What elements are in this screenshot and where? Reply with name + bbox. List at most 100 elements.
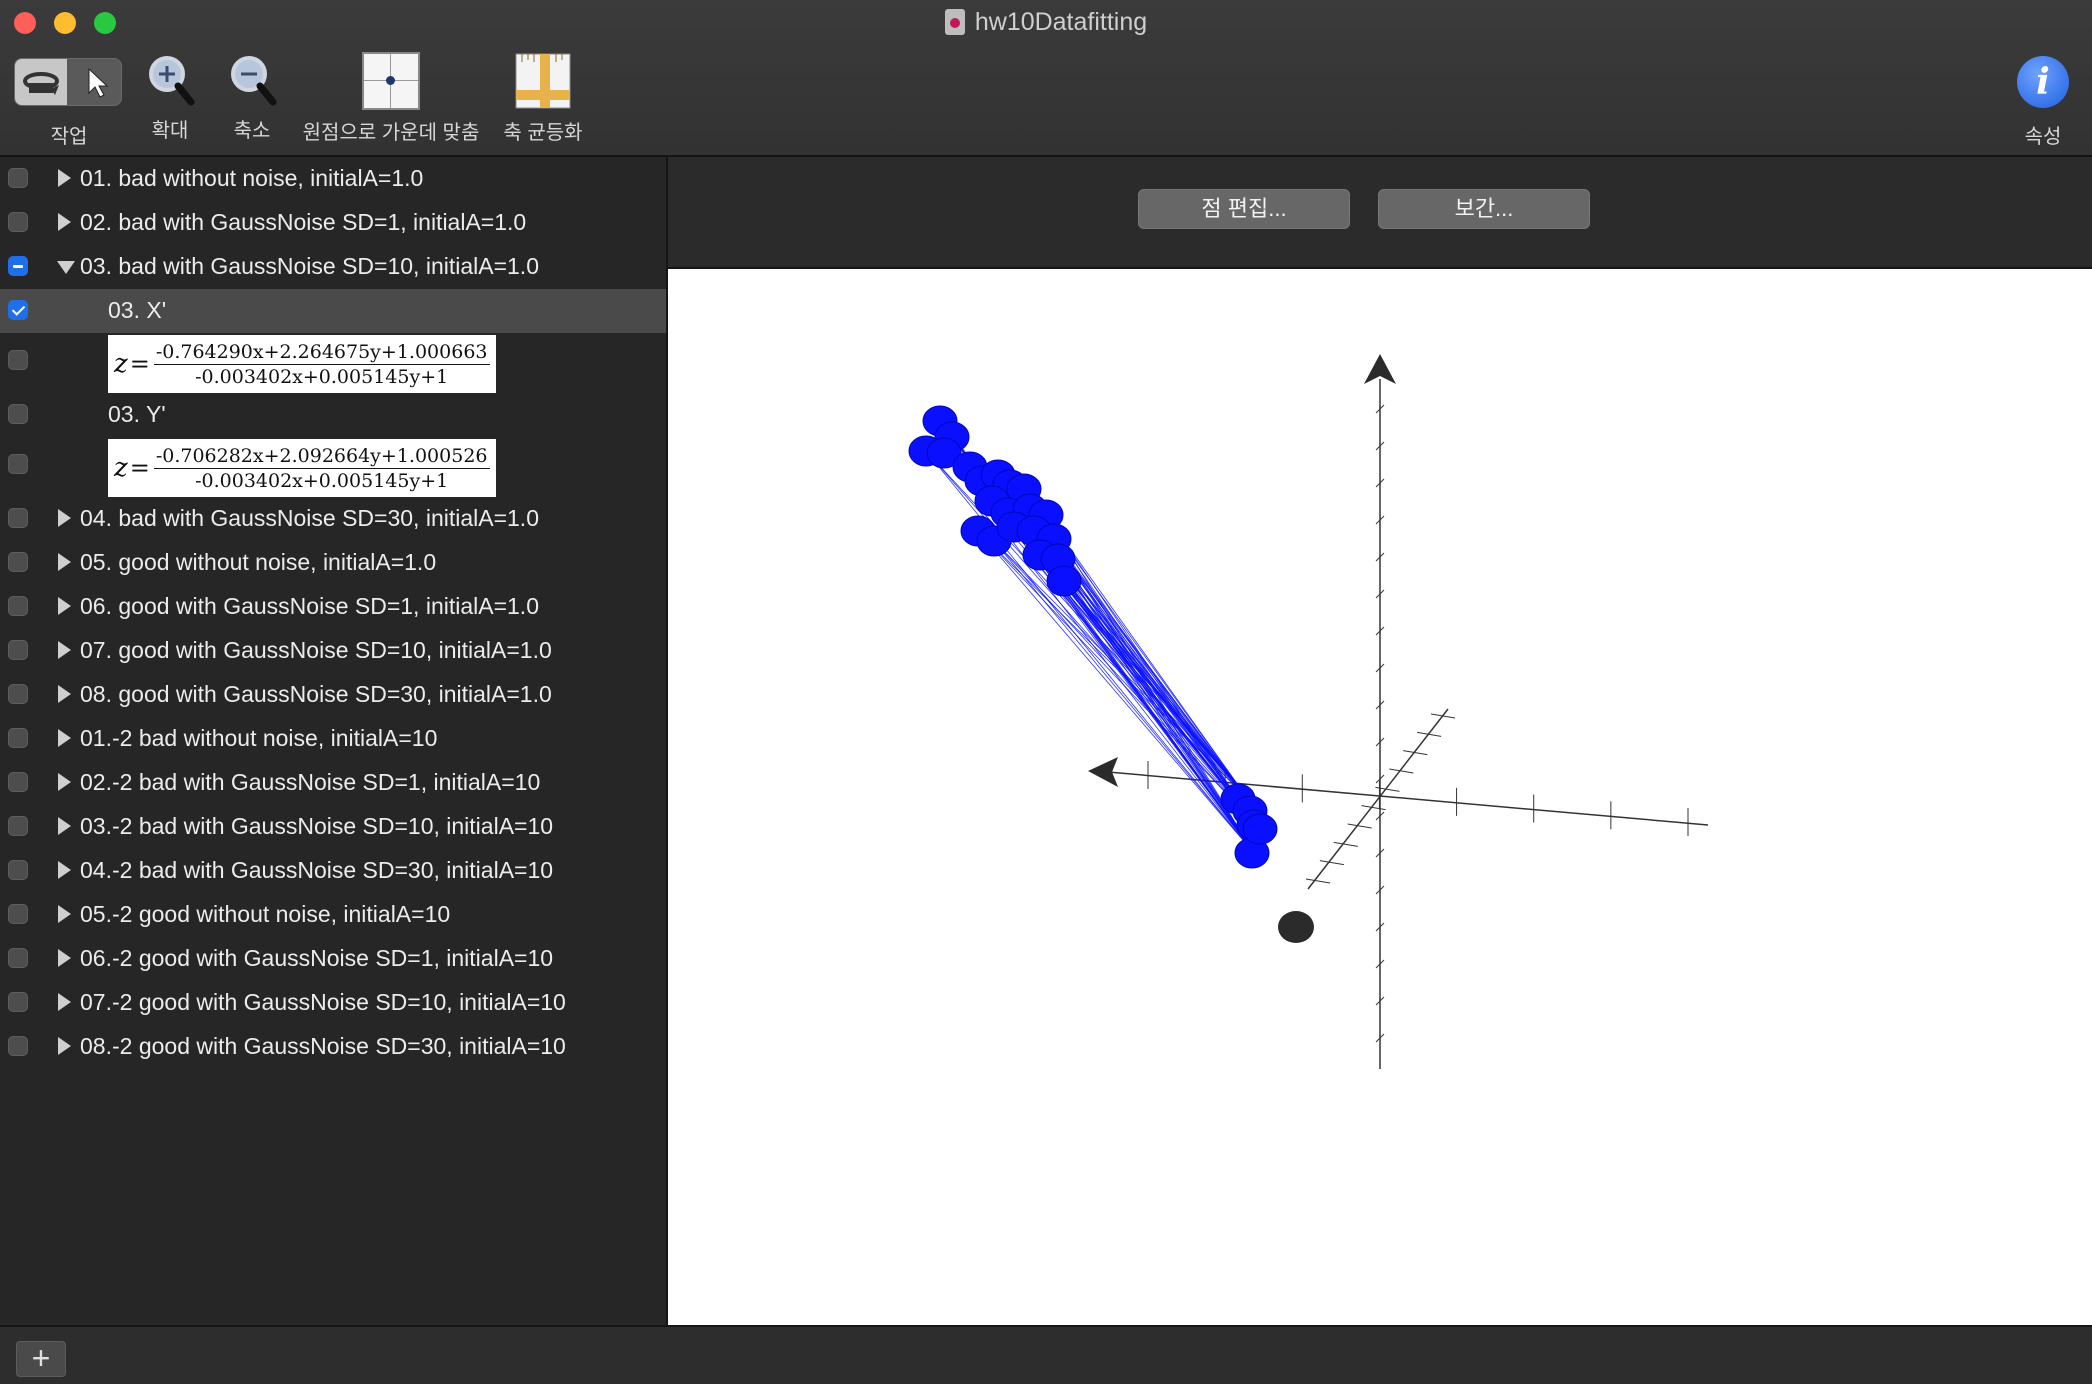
disclosure-triangle-icon[interactable] — [58, 817, 71, 835]
list-item[interactable]: 03. bad with GaussNoise SD=10, initialA=… — [0, 245, 666, 289]
item-label: 06.-2 good with GaussNoise SD=1, initial… — [80, 945, 554, 971]
equalize-axes-label: 축 균등화 — [503, 122, 583, 144]
item-checkbox[interactable] — [8, 772, 28, 792]
item-checkbox[interactable] — [8, 1036, 28, 1056]
action-mode-segmented-control[interactable] — [14, 58, 122, 106]
item-checkbox[interactable] — [8, 508, 28, 528]
formula-denominator: -0.003402x+0.005145y+1 — [195, 365, 449, 388]
axis-tick — [1347, 823, 1372, 829]
axes-3d — [1088, 354, 1709, 1069]
item-checkbox[interactable] — [8, 992, 28, 1012]
disclosure-triangle-icon[interactable] — [58, 509, 71, 527]
disclosure-triangle-icon[interactable] — [58, 861, 71, 879]
item-checkbox[interactable] — [8, 404, 28, 424]
item-label: 04. bad with GaussNoise SD=30, initialA=… — [80, 505, 539, 531]
item-label: 08.-2 good with GaussNoise SD=30, initia… — [80, 1033, 566, 1059]
window-title-text: hw10Datafitting — [974, 8, 1148, 36]
disclosure-triangle-icon[interactable] — [58, 641, 71, 659]
disclosure-triangle-icon[interactable] — [58, 213, 71, 231]
origin-crosshair-icon — [362, 52, 420, 110]
sidebar-list[interactable]: 01. bad without noise, initialA=1.0 02. … — [0, 157, 668, 1325]
item-label: 02. bad with GaussNoise SD=1, initialA=1… — [80, 209, 527, 235]
fit-line — [993, 540, 1255, 854]
rotate-icon — [23, 72, 59, 95]
disclosure-triangle-icon[interactable] — [58, 905, 71, 923]
item-checkbox[interactable] — [8, 904, 28, 924]
item-label: 07. good with GaussNoise SD=10, initialA… — [80, 637, 552, 663]
disclosure-triangle-icon[interactable] — [58, 685, 71, 703]
fit-line — [925, 450, 1257, 826]
list-item[interactable]: 02. bad with GaussNoise SD=1, initialA=1… — [0, 201, 666, 245]
list-item[interactable]: 05. good without noise, initialA=1.0 — [0, 541, 666, 585]
rotate-mode-button[interactable] — [15, 59, 67, 105]
list-item[interactable]: 08.-2 good with GaussNoise SD=30, initia… — [0, 1025, 666, 1069]
disclosure-triangle-icon[interactable] — [58, 993, 71, 1011]
list-item[interactable]: 07. good with GaussNoise SD=10, initialA… — [0, 629, 666, 673]
fit-line — [1057, 558, 1257, 826]
disclosure-triangle-open-icon[interactable] — [57, 261, 75, 274]
fit-line — [977, 530, 1249, 800]
item-checkbox[interactable] — [8, 168, 28, 188]
interpolate-button[interactable]: 보간... — [1378, 189, 1590, 229]
list-item[interactable]: 08. good with GaussNoise SD=30, initialA… — [0, 673, 666, 717]
list-item[interactable]: 03. Y' — [0, 393, 666, 437]
formula-image: z = -0.706282x+2.092664y+1.000526 -0.0034… — [108, 439, 496, 497]
list-item[interactable]: 04.-2 bad with GaussNoise SD=30, initial… — [0, 849, 666, 893]
disclosure-triangle-icon[interactable] — [58, 773, 71, 791]
equalize-axes-button[interactable]: 축 균등화 — [494, 52, 592, 145]
item-checkbox[interactable] — [8, 454, 28, 474]
fit-line — [1057, 558, 1249, 800]
properties-info-button[interactable]: i — [2017, 56, 2069, 108]
item-checkbox[interactable] — [8, 684, 28, 704]
item-label: 01.-2 bad without noise, initialA=10 — [80, 725, 438, 751]
horizontal-axis — [1107, 771, 1709, 826]
list-item[interactable]: 04. bad with GaussNoise SD=30, initialA=… — [0, 497, 666, 541]
disclosure-triangle-icon[interactable] — [58, 169, 71, 187]
fit-line — [925, 450, 1255, 854]
properties-label: 속성 — [2024, 126, 2062, 148]
list-item[interactable]: 06. good with GaussNoise SD=1, initialA=… — [0, 585, 666, 629]
fit-line — [1045, 514, 1249, 800]
axis-tick — [1319, 860, 1344, 866]
item-checkbox[interactable] — [8, 350, 28, 370]
center-origin-button[interactable]: 원점으로 가운데 맞춤 — [296, 52, 486, 145]
item-checkbox[interactable] — [8, 640, 28, 660]
zoom-in-button[interactable]: 확대 — [140, 52, 200, 143]
plot-3d-svg[interactable] — [668, 269, 2092, 1325]
add-item-button[interactable]: + — [16, 1341, 66, 1377]
list-item[interactable]: 07.-2 good with GaussNoise SD=10, initia… — [0, 981, 666, 1025]
disclosure-triangle-icon[interactable] — [58, 597, 71, 615]
select-mode-button[interactable] — [73, 59, 119, 105]
list-item-formula[interactable]: z = -0.706282x+2.092664y+1.000526 -0.0034… — [0, 439, 666, 497]
title-toolbar: hw10Datafitting 작업 확대 축소 원점으로 가운데 맞춤 축 균… — [0, 0, 2092, 157]
list-item[interactable]: 03.-2 bad with GaussNoise SD=10, initial… — [0, 805, 666, 849]
list-item[interactable]: 02.-2 bad with GaussNoise SD=1, initialA… — [0, 761, 666, 805]
fit-line — [977, 530, 1257, 826]
formula-equals: = — [129, 454, 150, 482]
list-item-selected[interactable]: 03. X' — [0, 289, 666, 333]
item-label: 01. bad without noise, initialA=1.0 — [80, 165, 424, 191]
list-item[interactable]: 06.-2 good with GaussNoise SD=1, initial… — [0, 937, 666, 981]
list-item[interactable]: 01. bad without noise, initialA=1.0 — [0, 157, 666, 201]
item-checkbox[interactable] — [8, 816, 28, 836]
list-item[interactable]: 01.-2 bad without noise, initialA=10 — [0, 717, 666, 761]
disclosure-triangle-icon[interactable] — [58, 729, 71, 747]
plot-header: 점 편집... 보간... — [668, 157, 2092, 269]
item-checkbox[interactable] — [8, 300, 28, 320]
plot-canvas-3d[interactable] — [668, 269, 2092, 1325]
edit-points-button[interactable]: 점 편집... — [1138, 189, 1350, 229]
item-checkbox[interactable] — [8, 256, 28, 276]
item-checkbox[interactable] — [8, 212, 28, 232]
disclosure-triangle-icon[interactable] — [58, 949, 71, 967]
item-checkbox[interactable] — [8, 552, 28, 572]
item-checkbox[interactable] — [8, 860, 28, 880]
data-point — [1046, 565, 1082, 597]
item-checkbox[interactable] — [8, 728, 28, 748]
list-item-formula[interactable]: z = -0.764290x+2.264675y+1.000663 -0.0034… — [0, 335, 666, 393]
item-checkbox[interactable] — [8, 948, 28, 968]
disclosure-triangle-icon[interactable] — [58, 553, 71, 571]
item-checkbox[interactable] — [8, 596, 28, 616]
list-item[interactable]: 05.-2 good without noise, initialA=10 — [0, 893, 666, 937]
zoom-out-button[interactable]: 축소 — [222, 52, 282, 143]
disclosure-triangle-icon[interactable] — [58, 1037, 71, 1055]
